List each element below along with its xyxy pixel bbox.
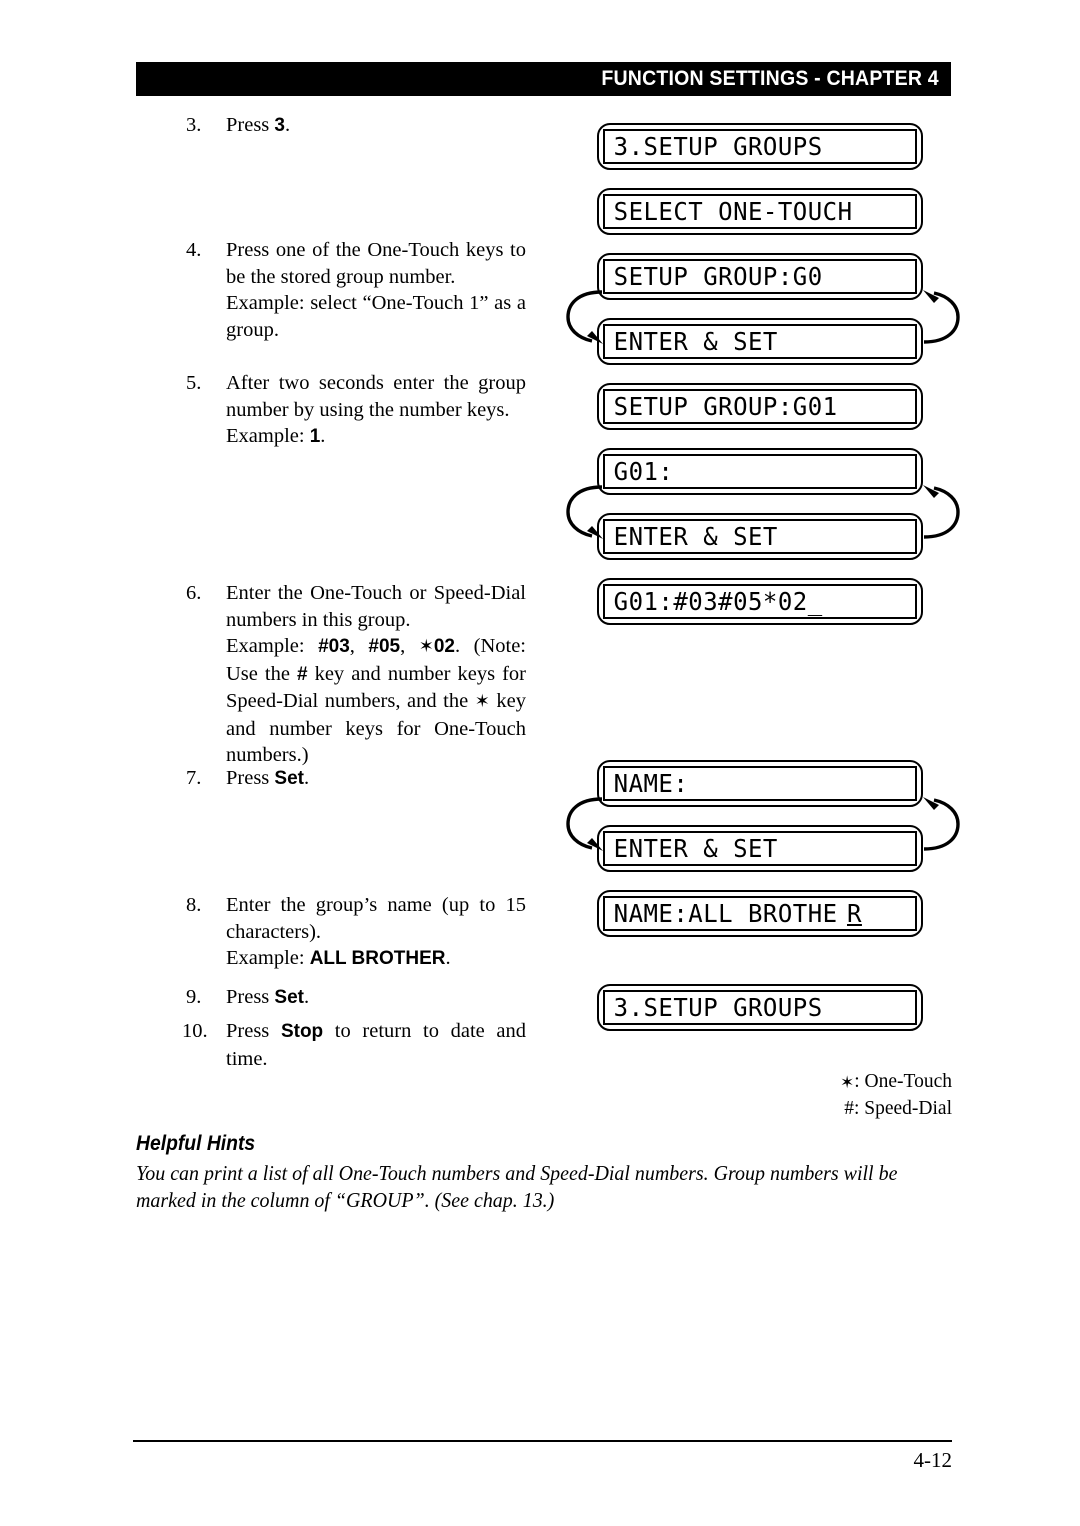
lcd-screen-inner-frame: G01:	[603, 454, 917, 489]
lcd-screen-text: SETUP GROUP:G01	[613, 392, 838, 421]
loop-arrow-down-icon	[562, 481, 606, 543]
instruction-step: 10. Press Stop to return to date and time…	[182, 1018, 526, 1072]
legend-speed-dial: #: Speed-Dial	[844, 1095, 952, 1122]
step-number: 7.	[186, 767, 202, 789]
lcd-screen-text: ENTER & SET	[613, 522, 778, 551]
loop-arrow-down-icon	[562, 793, 606, 855]
lcd-screen-inner-frame: 3.SETUP GROUPS	[603, 990, 917, 1025]
footer-divider	[133, 1440, 952, 1442]
lcd-screen: SELECT ONE-TOUCH	[597, 188, 923, 235]
lcd-screen-text: NAME:ALL BROTHE	[613, 899, 838, 928]
loop-arrow-up-icon	[920, 793, 964, 855]
step-number: 10.	[182, 1020, 208, 1042]
instruction-step: 4. Press one of the One-Touch keys to be …	[186, 237, 526, 343]
step-text: Press Set.	[226, 986, 310, 1008]
instruction-step: 9. Press Set.	[186, 984, 526, 1012]
lcd-screen-text: G01:	[613, 457, 674, 486]
legend-speed-dial-label: : Speed-Dial	[853, 1098, 952, 1119]
lcd-screen-inner-frame: G01:#03#05*02_	[603, 584, 917, 619]
lcd-screen-text: G01:#03#05*02_	[613, 587, 823, 616]
asterisk-icon: ✶	[840, 1073, 855, 1093]
lcd-screen: ENTER & SET	[597, 318, 923, 365]
legend-one-touch: ✶: One-Touch	[840, 1068, 952, 1097]
step-number: 5.	[186, 372, 202, 394]
step-number: 4.	[186, 239, 202, 261]
lcd-screen-inner-frame: NAME:ALL BROTHE R	[603, 896, 917, 931]
hash-icon: #	[844, 1098, 854, 1119]
lcd-screen: SETUP GROUP:G0	[597, 253, 923, 300]
lcd-screen-text: SELECT ONE-TOUCH	[613, 197, 853, 226]
lcd-screen: 3.SETUP GROUPS	[597, 984, 923, 1031]
lcd-screen-inner-frame: SETUP GROUP:G01	[603, 389, 917, 424]
lcd-screen-text: ENTER & SET	[613, 327, 778, 356]
lcd-screen: G01:#03#05*02_	[597, 578, 923, 625]
step-text: Press one of the One-Touch keys to be th…	[226, 239, 526, 341]
lcd-screen-inner-frame: SELECT ONE-TOUCH	[603, 194, 917, 229]
loop-arrow-up-icon	[920, 481, 964, 543]
lcd-screen-inner-frame: ENTER & SET	[603, 519, 917, 554]
step-number: 9.	[186, 986, 202, 1008]
instruction-step: 3. Press 3.	[186, 112, 526, 140]
lcd-screen-inner-frame: 3.SETUP GROUPS	[603, 129, 917, 164]
instruction-step: 5. After two seconds enter the group numb…	[186, 370, 526, 451]
lcd-screen-inner-frame: NAME:	[603, 766, 917, 801]
step-text: Enter the One-Touch or Speed-Dial number…	[226, 582, 527, 766]
chapter-header-bar: FUNCTION SETTINGS - CHAPTER 4	[136, 62, 951, 96]
instruction-step: 8. Enter the group’s name (up to 15 chara…	[186, 892, 526, 973]
loop-arrow-down-icon	[562, 286, 606, 348]
step-text: Enter the group’s name (up to 15 charact…	[226, 894, 526, 969]
lcd-screen: ENTER & SET	[597, 825, 923, 872]
page-number: 4-12	[913, 1448, 953, 1472]
lcd-screen-inner-frame: ENTER & SET	[603, 324, 917, 359]
lcd-screen-text: SETUP GROUP:G0	[613, 262, 823, 291]
lcd-screen: G01:	[597, 448, 923, 495]
helpful-hints-body: You can print a list of all One-Touch nu…	[136, 1161, 898, 1212]
lcd-screen-inner-frame: ENTER & SET	[603, 831, 917, 866]
lcd-screen-text: ENTER & SET	[613, 834, 778, 863]
legend-one-touch-label: : One-Touch	[854, 1071, 952, 1092]
lcd-screen-text: NAME:	[613, 769, 689, 798]
lcd-screen-inner-frame: SETUP GROUP:G0	[603, 259, 917, 294]
lcd-screen: ENTER & SET	[597, 513, 923, 560]
loop-arrow-up-icon	[920, 286, 964, 348]
step-text: Press Set.	[226, 767, 310, 789]
instruction-step: 7. Press Set.	[186, 765, 526, 793]
lcd-screen: NAME:ALL BROTHE R	[597, 890, 923, 937]
step-text: Press Stop to return to date and time.	[226, 1020, 526, 1070]
helpful-hints-heading: Helpful Hints	[136, 1132, 256, 1155]
step-text: After two seconds enter the group number…	[226, 372, 526, 447]
lcd-screen: NAME:	[597, 760, 923, 807]
lcd-screen-text: 3.SETUP GROUPS	[613, 993, 823, 1022]
step-text: Press 3.	[226, 114, 291, 136]
step-number: 3.	[186, 114, 202, 136]
chapter-header-title: FUNCTION SETTINGS - CHAPTER 4	[601, 67, 939, 90]
lcd-screen-text: 3.SETUP GROUPS	[613, 132, 823, 161]
lcd-screen: 3.SETUP GROUPS	[597, 123, 923, 170]
lcd-cursor-character: R	[847, 899, 863, 928]
instruction-step: 6. Enter the One-Touch or Speed-Dial numb…	[186, 580, 526, 769]
step-number: 6.	[186, 582, 202, 604]
step-number: 8.	[186, 894, 202, 916]
lcd-screen: SETUP GROUP:G01	[597, 383, 923, 430]
